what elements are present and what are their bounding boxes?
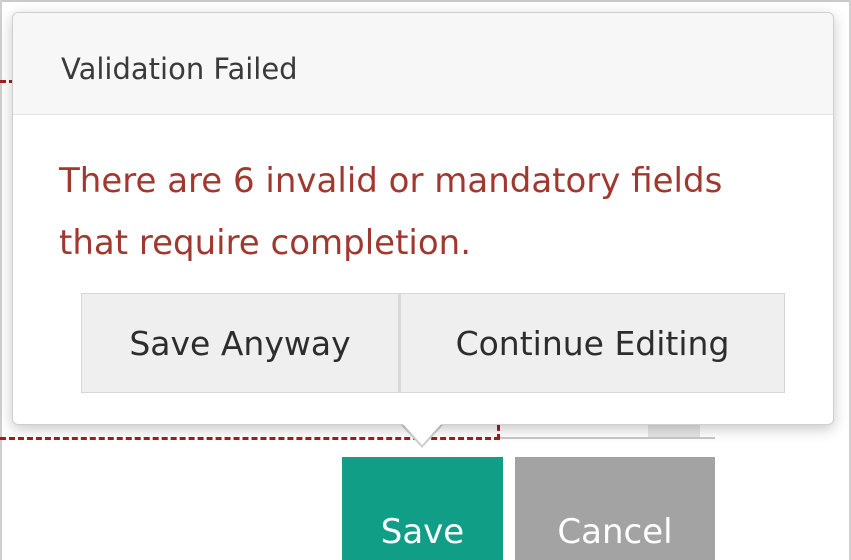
form-top-border [0, 0, 851, 2]
popover-header: Validation Failed [13, 13, 833, 115]
save-button[interactable]: Save [342, 457, 503, 560]
cancel-button[interactable]: Cancel [515, 457, 715, 560]
validation-message: There are 6 invalid or mandatory fields … [59, 161, 723, 263]
save-anyway-button[interactable]: Save Anyway [82, 294, 401, 392]
validation-popover: Validation Failed There are 6 invalid or… [12, 12, 834, 425]
page-canvas: Save Cancel Validation Failed There are … [0, 0, 851, 560]
popover-arrow [402, 423, 442, 445]
popover-button-group: Save Anyway Continue Editing [81, 293, 785, 393]
continue-editing-button[interactable]: Continue Editing [401, 294, 784, 392]
form-divider [500, 437, 715, 439]
popover-title: Validation Failed [61, 52, 298, 86]
